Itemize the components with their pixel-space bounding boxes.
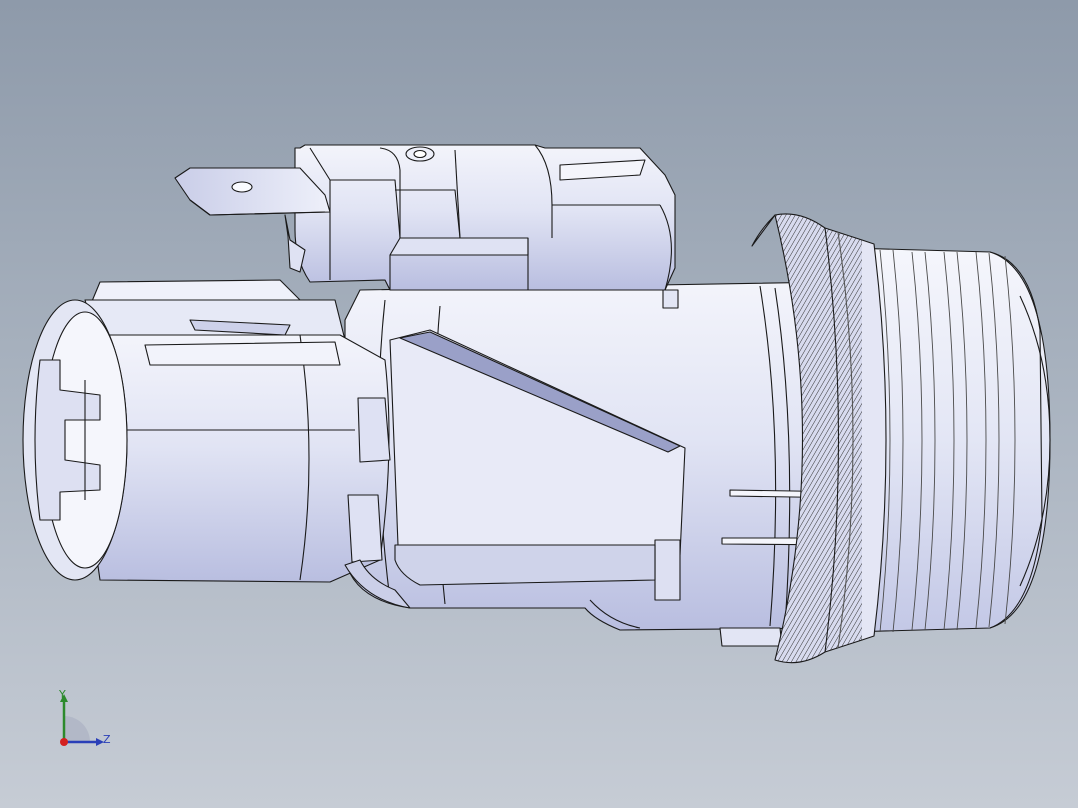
axis-z-label: Z: [103, 733, 111, 746]
model-3d-view[interactable]: [0, 0, 1078, 808]
axis-y-label: Y: [59, 688, 66, 701]
coordinate-triad: Y Z: [48, 686, 118, 756]
main-housing: [344, 281, 866, 647]
graphics-viewport[interactable]: Y Z: [0, 0, 1078, 808]
top-terminal-block: [294, 144, 676, 291]
